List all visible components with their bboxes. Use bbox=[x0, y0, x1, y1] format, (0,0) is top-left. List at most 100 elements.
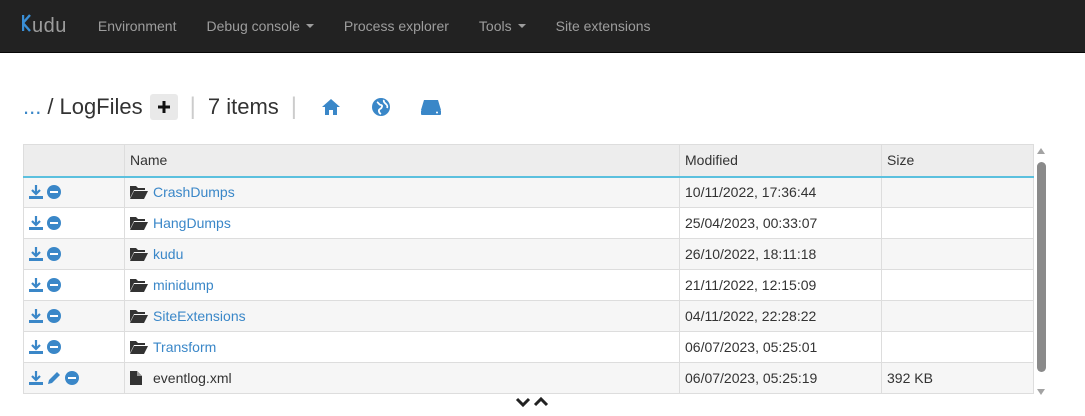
chevron-up-icon[interactable] bbox=[533, 396, 549, 408]
nav-site-extensions-label: Site extensions bbox=[555, 18, 651, 34]
row-name-cell: kudu bbox=[124, 238, 680, 270]
nav-tools[interactable]: Tools bbox=[464, 0, 541, 53]
delete-icon[interactable] bbox=[47, 309, 61, 323]
divider: | bbox=[189, 93, 196, 120]
file-table: Name Modified Size CrashDumps 10/11/2022… bbox=[23, 144, 1034, 394]
nav-site-extensions[interactable]: Site extensions bbox=[541, 0, 666, 53]
folder-open-icon bbox=[130, 216, 148, 230]
row-size bbox=[881, 207, 1034, 239]
file-name[interactable]: eventlog.xml bbox=[153, 370, 232, 386]
nav-tools-label: Tools bbox=[478, 18, 512, 34]
download-icon[interactable] bbox=[29, 340, 43, 354]
row-actions bbox=[23, 362, 125, 394]
row-actions bbox=[23, 238, 125, 270]
add-new-button[interactable] bbox=[149, 94, 178, 120]
header-name[interactable]: Name bbox=[124, 144, 680, 178]
header-actions bbox=[23, 144, 125, 178]
header-size[interactable]: Size bbox=[881, 144, 1034, 178]
table-row: HangDumps 25/04/2023, 00:33:07 bbox=[23, 207, 1034, 239]
scrollbar-thumb[interactable] bbox=[1037, 162, 1046, 372]
drive-icon[interactable] bbox=[419, 95, 443, 119]
delete-icon[interactable] bbox=[47, 247, 61, 261]
row-actions bbox=[23, 331, 125, 363]
folder-link[interactable]: CrashDumps bbox=[153, 184, 235, 200]
caret-down-icon bbox=[305, 24, 314, 28]
row-name-cell: HangDumps bbox=[124, 207, 680, 239]
row-modified: 04/11/2022, 22:28:22 bbox=[679, 300, 882, 332]
table-row: CrashDumps 10/11/2022, 17:36:44 bbox=[23, 176, 1034, 208]
file-icon bbox=[130, 371, 148, 385]
row-name-cell: SiteExtensions bbox=[124, 300, 680, 332]
table-row: kudu 26/10/2022, 18:11:18 bbox=[23, 238, 1034, 270]
delete-icon[interactable] bbox=[65, 371, 79, 385]
row-name-cell: CrashDumps bbox=[124, 176, 680, 208]
row-name-cell: Transform bbox=[124, 331, 680, 363]
nav-debug-console-label: Debug console bbox=[206, 18, 300, 34]
row-actions bbox=[23, 207, 125, 239]
edit-icon[interactable] bbox=[47, 371, 61, 385]
row-actions bbox=[23, 176, 125, 208]
row-actions bbox=[23, 269, 125, 301]
breadcrumb: ... / LogFiles | 7 items | bbox=[23, 92, 459, 122]
delete-icon[interactable] bbox=[47, 340, 61, 354]
header-modified[interactable]: Modified bbox=[679, 144, 882, 178]
download-icon[interactable] bbox=[29, 216, 43, 230]
folder-open-icon bbox=[130, 309, 148, 323]
chevron-down-icon[interactable] bbox=[515, 396, 531, 408]
row-size bbox=[881, 238, 1034, 270]
table-header-row: Name Modified Size bbox=[23, 144, 1034, 178]
nav-environment[interactable]: Environment bbox=[83, 0, 192, 53]
row-actions bbox=[23, 300, 125, 332]
caret-down-icon bbox=[517, 24, 526, 28]
folder-open-icon bbox=[130, 278, 148, 292]
download-icon[interactable] bbox=[29, 278, 43, 292]
nav-debug-console[interactable]: Debug console bbox=[191, 0, 328, 53]
folder-link[interactable]: HangDumps bbox=[153, 215, 231, 231]
globe-icon[interactable] bbox=[369, 95, 393, 119]
table-row: Transform 06/07/2023, 05:25:01 bbox=[23, 331, 1034, 363]
plus-icon bbox=[157, 101, 170, 113]
row-modified: 10/11/2022, 17:36:44 bbox=[679, 176, 882, 208]
download-icon[interactable] bbox=[29, 371, 43, 385]
row-name-cell: minidump bbox=[124, 269, 680, 301]
brand-text: udu bbox=[32, 14, 67, 37]
nav-process-explorer[interactable]: Process explorer bbox=[329, 0, 464, 53]
delete-icon[interactable] bbox=[47, 216, 61, 230]
item-count: 7 items bbox=[207, 94, 279, 119]
nav-process-explorer-label: Process explorer bbox=[343, 18, 449, 34]
row-modified: 06/07/2023, 05:25:01 bbox=[679, 331, 882, 363]
folder-link[interactable]: kudu bbox=[153, 246, 183, 262]
top-navbar: udu Environment Debug console Process ex… bbox=[0, 0, 1085, 53]
download-icon[interactable] bbox=[29, 247, 43, 261]
row-modified: 26/10/2022, 18:11:18 bbox=[679, 238, 882, 270]
download-icon[interactable] bbox=[29, 309, 43, 323]
row-modified: 21/11/2022, 12:15:09 bbox=[679, 269, 882, 301]
table-row: SiteExtensions 04/11/2022, 22:28:22 bbox=[23, 300, 1034, 332]
kudu-logo[interactable]: udu bbox=[0, 0, 83, 53]
folder-open-icon bbox=[130, 340, 148, 354]
row-modified: 25/04/2023, 00:33:07 bbox=[679, 207, 882, 239]
nav-environment-label: Environment bbox=[97, 18, 177, 34]
folder-open-icon bbox=[130, 247, 148, 261]
scroll-down-arrow-icon[interactable] bbox=[1037, 389, 1045, 395]
folder-link[interactable]: Transform bbox=[153, 339, 216, 355]
scroll-up-arrow-icon[interactable] bbox=[1037, 148, 1045, 154]
table-row: minidump 21/11/2022, 12:15:09 bbox=[23, 269, 1034, 301]
panel-resizer bbox=[515, 396, 549, 408]
breadcrumb-separator: / bbox=[47, 94, 54, 119]
row-size bbox=[881, 176, 1034, 208]
divider: | bbox=[290, 93, 298, 120]
row-size bbox=[881, 269, 1034, 301]
folder-link[interactable]: SiteExtensions bbox=[153, 308, 246, 324]
row-name-cell: eventlog.xml bbox=[124, 362, 680, 394]
row-size bbox=[881, 331, 1034, 363]
current-folder-name: LogFiles bbox=[59, 94, 143, 119]
row-size: 392 KB bbox=[881, 362, 1034, 394]
folder-link[interactable]: minidump bbox=[153, 277, 214, 293]
home-icon[interactable] bbox=[319, 95, 343, 119]
kudu-k-icon bbox=[21, 14, 31, 38]
delete-icon[interactable] bbox=[47, 278, 61, 292]
download-icon[interactable] bbox=[29, 185, 43, 200]
delete-icon[interactable] bbox=[47, 185, 61, 200]
breadcrumb-parent-link[interactable]: ... bbox=[23, 94, 41, 120]
